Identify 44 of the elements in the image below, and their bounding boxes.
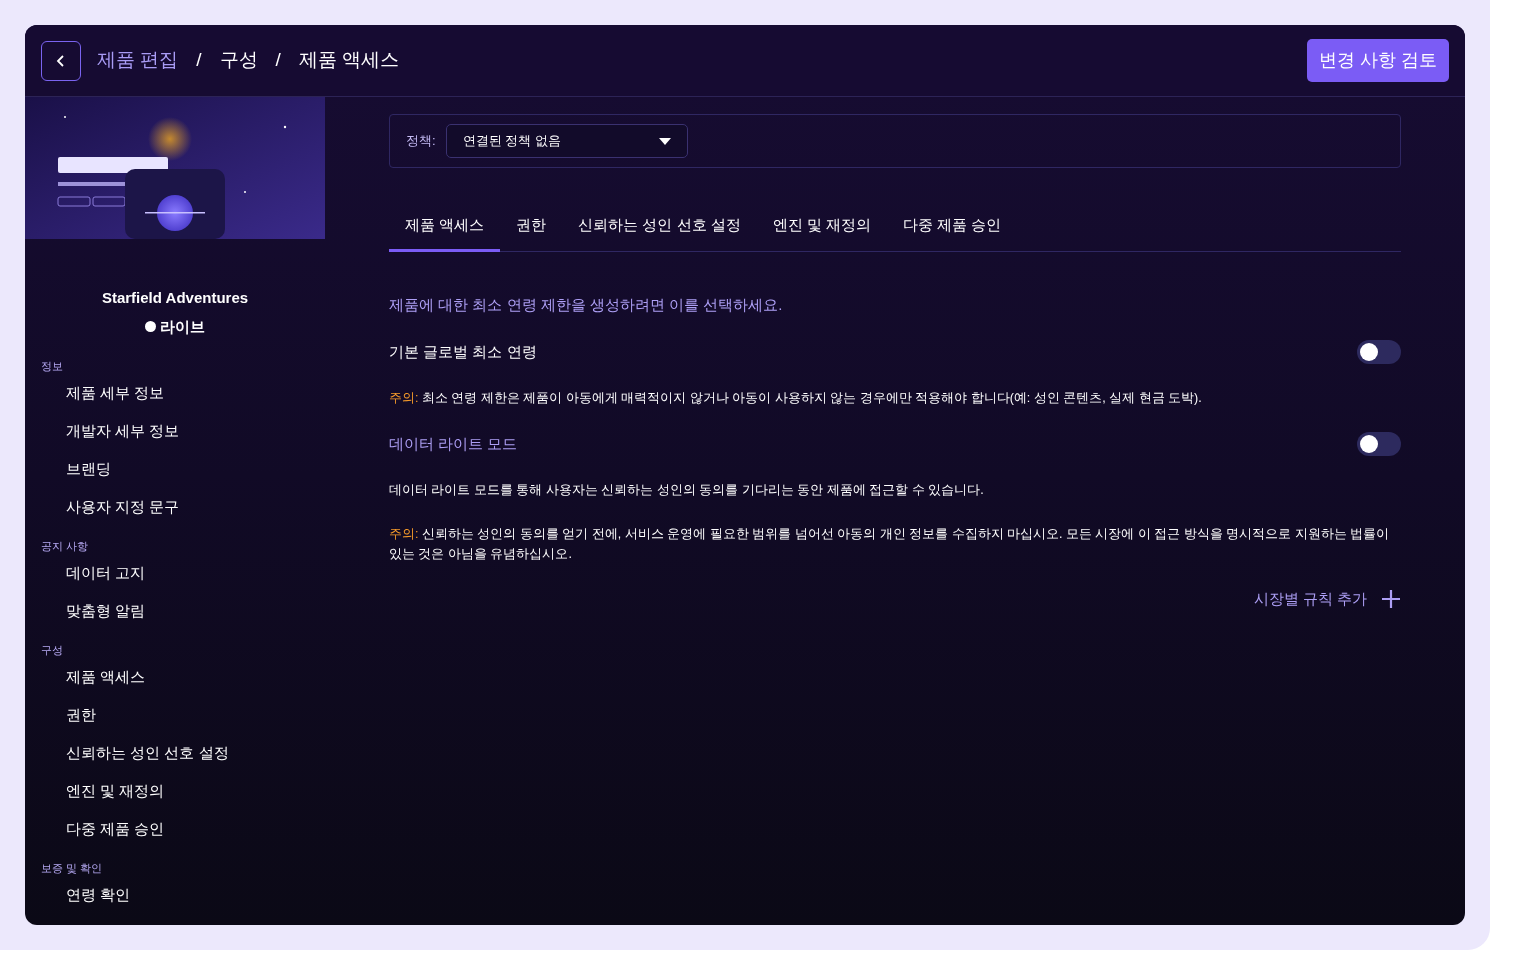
back-button[interactable] bbox=[41, 40, 81, 81]
sidebar-item[interactable]: 데이터 고지 bbox=[25, 554, 325, 592]
plus-icon bbox=[1381, 589, 1401, 610]
breadcrumb-separator: / bbox=[275, 48, 281, 73]
warning-note: 주의: 최소 연령 제한은 제품이 아동에게 매력적이지 않거나 아동이 사용하지 않는 경우에만 적용해야 합니다(예: 성인 콘텐츠, 실제 현금 도박). bbox=[389, 390, 1203, 407]
policy-dropdown[interactable]: 연결된 정책 없음 bbox=[445, 124, 688, 158]
product-name: Starfield Adventures bbox=[100, 288, 250, 308]
warning-note: 주의: 신뢰하는 성인의 동의를 얻기 전에, 서비스 운영에 필요한 범위를 넘어선 아동의 개인 정보를 수집하지 마십시오. 모든 시장에 이 접근 방식을 명시적으로 지원하는 법률이 있는 것은 아님을 유념하십시오. bbox=[389, 526, 1391, 563]
policy-label: 정책: bbox=[406, 132, 436, 151]
sidebar-item[interactable]: 제품 세부 정보 bbox=[25, 374, 325, 412]
section-heading: 공지 사항 bbox=[40, 539, 90, 554]
toggle-switch[interactable] bbox=[1357, 432, 1401, 456]
sidebar-item[interactable]: 브랜딩 bbox=[25, 450, 325, 488]
section-heading: 구성 bbox=[40, 643, 64, 658]
sidebar-item[interactable]: 엔진 및 재정의 bbox=[25, 772, 325, 810]
section-heading: 보증 및 확인 bbox=[40, 861, 104, 876]
description-text: 데이터 라이트 모드를 통해 사용자는 신뢰하는 성인의 동의를 기다리는 동안 제품에 접근할 수 있습니다. bbox=[389, 482, 985, 499]
tab[interactable]: 엔진 및 재정의 bbox=[756, 208, 888, 252]
breadcrumb-separator: / bbox=[196, 48, 202, 73]
sidebar-item[interactable]: 연령 확인 bbox=[25, 876, 325, 914]
section-heading: 정보 bbox=[40, 359, 64, 374]
sidebar-item[interactable]: 권한 bbox=[25, 696, 325, 734]
sidebar-item[interactable]: 맞춤형 알림 bbox=[25, 592, 325, 630]
add-rule-button[interactable]: 시장별 규칙 추가 bbox=[1253, 588, 1401, 611]
breadcrumb-current: 제품 액세스 bbox=[298, 48, 400, 73]
sidebar-item[interactable]: 제품 액세스 bbox=[25, 658, 325, 696]
toggle-label: 데이터 라이트 모드 bbox=[389, 433, 518, 454]
tab[interactable]: 다중 제품 승인 bbox=[887, 208, 1018, 252]
status-label: 라이브 bbox=[160, 316, 205, 337]
tab[interactable]: 신뢰하는 성인 선호 설정 bbox=[562, 208, 757, 252]
toggle-label: 기본 글로벌 최소 연령 bbox=[389, 341, 537, 362]
status-dot bbox=[145, 321, 156, 333]
breadcrumb-link[interactable]: 제품 편집 bbox=[97, 46, 179, 75]
sidebar-item[interactable]: 개발자 세부 정보 bbox=[25, 412, 325, 450]
sidebar-item[interactable]: 사용자 지정 문구 bbox=[25, 488, 325, 526]
tab[interactable]: 권한 bbox=[500, 208, 563, 252]
breadcrumb-current: 구성 bbox=[219, 48, 258, 73]
toggle-switch[interactable] bbox=[1357, 340, 1401, 364]
sidebar-item[interactable]: 신뢰하는 성인 선호 설정 bbox=[25, 734, 325, 772]
review-changes-button[interactable]: 변경 사항 검토 bbox=[1307, 39, 1449, 82]
tab[interactable]: 제품 액세스 bbox=[389, 208, 501, 252]
section-description: 제품에 대한 최소 연령 제한을 생성하려면 이를 선택하세요. bbox=[389, 294, 784, 315]
sidebar-item[interactable]: 다중 제품 승인 bbox=[25, 810, 325, 848]
caret-icon bbox=[658, 137, 671, 145]
